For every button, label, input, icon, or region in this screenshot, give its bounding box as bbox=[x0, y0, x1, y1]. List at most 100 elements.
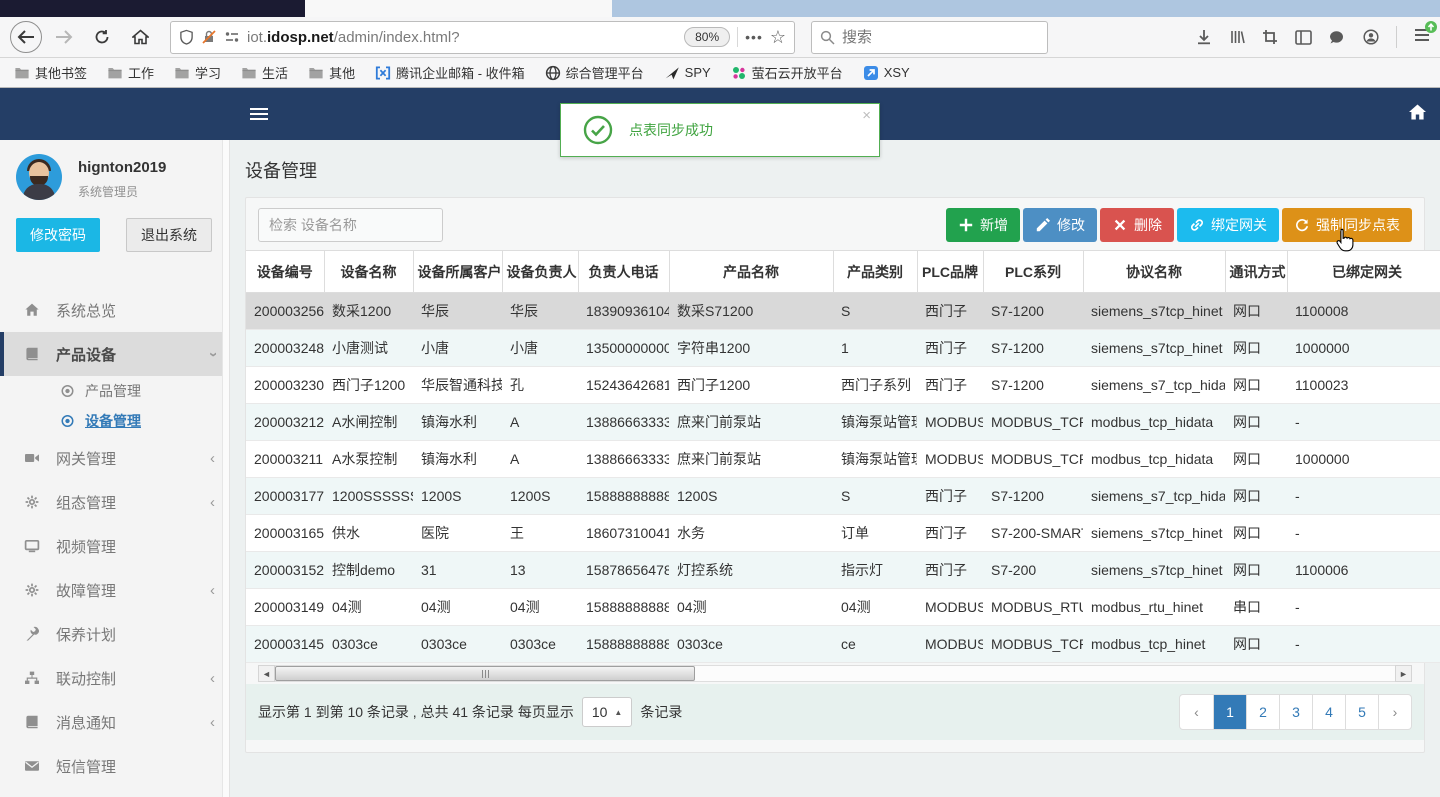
table-row[interactable]: 200003212 A水闸控制 镇海水利 A 13886663333 庶来门前泵站 镇海泵站… bbox=[246, 403, 1440, 441]
table-row[interactable]: 200003145 0303ce 0303ce 0303ce 15888888888 03… bbox=[246, 625, 1440, 663]
logout-button[interactable]: 退出系统 bbox=[126, 218, 212, 252]
bookmark-item[interactable]: 工作 bbox=[107, 63, 154, 82]
messages-button[interactable] bbox=[1329, 30, 1346, 45]
page-button[interactable]: 5 bbox=[1345, 695, 1378, 729]
sidebar-item[interactable]: 短信管理 bbox=[0, 744, 229, 788]
sidebar-item[interactable]: 大屏管理 bbox=[0, 788, 229, 797]
table-cell: 13886663333 bbox=[578, 403, 669, 441]
table-cell: MODBUS_TCP bbox=[983, 625, 1083, 663]
page-button[interactable]: 4 bbox=[1312, 695, 1345, 729]
sidebar-item[interactable]: 保养计划 bbox=[0, 612, 229, 656]
bookmark-item[interactable]: 腾讯企业邮箱 - 收件箱 bbox=[375, 63, 525, 82]
page-actions-button[interactable]: ••• bbox=[745, 29, 763, 45]
screenshot-button[interactable] bbox=[1262, 29, 1278, 45]
column-header[interactable]: 通讯方式 bbox=[1225, 250, 1288, 293]
sidebar-scrollbar[interactable] bbox=[222, 140, 229, 797]
bookmark-item[interactable]: 其他 bbox=[308, 63, 355, 82]
sidebar-item[interactable]: 设备管理 bbox=[0, 406, 229, 436]
zoom-level-badge[interactable]: 80% bbox=[684, 27, 731, 47]
bookmark-star-button[interactable]: ☆ bbox=[770, 27, 786, 48]
column-header[interactable]: 负责人电话 bbox=[578, 250, 670, 293]
bookmark-item[interactable]: 学习 bbox=[174, 63, 221, 82]
page-button[interactable]: 3 bbox=[1279, 695, 1312, 729]
change-password-button[interactable]: 修改密码 bbox=[16, 218, 100, 252]
page-button[interactable]: 1 bbox=[1213, 695, 1246, 729]
back-button[interactable] bbox=[10, 21, 42, 53]
menu-toggle-button[interactable] bbox=[250, 105, 268, 123]
url-bar[interactable]: iot.idosp.net/admin/index.html? 80% ••• … bbox=[170, 20, 795, 54]
sidebar-item[interactable]: 系统总览 bbox=[0, 288, 229, 332]
table-row[interactable]: 200003248 小唐测试 小唐 小唐 13500000000 字符串1200 1 西门子 S… bbox=[246, 329, 1440, 367]
column-header[interactable]: 设备所属客户 bbox=[413, 250, 503, 293]
bookmark-item[interactable]: 生活 bbox=[241, 63, 288, 82]
refresh-icon bbox=[1294, 217, 1310, 233]
bind-gateway-button[interactable]: 绑定网关 bbox=[1177, 208, 1279, 242]
delete-button[interactable]: 删除 bbox=[1100, 208, 1174, 242]
next-page-button[interactable]: › bbox=[1378, 695, 1411, 729]
account-button[interactable] bbox=[1363, 29, 1379, 45]
table-row[interactable]: 200003165 供水 医院王 18607310041 水务 订单 西门子 S7-200-S… bbox=[246, 514, 1440, 552]
table-cell: 控制demo bbox=[324, 551, 413, 589]
column-header[interactable]: 协议名称 bbox=[1083, 250, 1226, 293]
table-row[interactable]: 200003149 04测 04测 04测 15888888888 04测 04测 MODBU… bbox=[246, 588, 1440, 626]
force-sync-button[interactable]: 强制同步点表 bbox=[1282, 208, 1412, 242]
table-cell: 西门子 bbox=[917, 551, 983, 589]
column-header[interactable]: 已绑定网关 bbox=[1287, 250, 1440, 293]
library-button[interactable] bbox=[1229, 29, 1245, 45]
reload-button[interactable] bbox=[86, 21, 118, 53]
user-name: hignton2019 bbox=[78, 159, 167, 176]
add-button[interactable]: 新增 bbox=[946, 208, 1020, 242]
page-size-select[interactable]: 10 ▲ bbox=[581, 697, 633, 727]
scroll-left-button[interactable]: ◄ bbox=[258, 665, 275, 682]
chevron-down-icon: ‹ bbox=[204, 351, 221, 357]
bookmark-item[interactable]: SPY bbox=[664, 65, 711, 81]
table-row[interactable]: 200003177 1200SSSSSS 1200S 1200S 15888888888… bbox=[246, 477, 1440, 515]
edit-button[interactable]: 修改 bbox=[1023, 208, 1097, 242]
permissions-icon[interactable] bbox=[224, 30, 240, 44]
insecure-lock-icon[interactable] bbox=[201, 29, 217, 45]
sidebar-item[interactable]: 消息通知 ‹ bbox=[0, 700, 229, 744]
sidebar-item[interactable]: 网关管理 ‹ bbox=[0, 436, 229, 480]
device-search-input[interactable] bbox=[258, 208, 443, 242]
table-row[interactable]: 200003230 西门子1200 华辰智通科技孔 15243642681 西门子120… bbox=[246, 366, 1440, 404]
sidebar-item[interactable]: 产品设备 ‹ bbox=[0, 332, 229, 376]
sidebar-item[interactable]: 产品管理 bbox=[0, 376, 229, 406]
download-button[interactable] bbox=[1196, 29, 1212, 45]
column-header[interactable]: 产品名称 bbox=[669, 250, 834, 293]
notification-close-icon[interactable]: × bbox=[862, 107, 871, 124]
sidebar-item[interactable]: 故障管理 ‹ bbox=[0, 568, 229, 612]
sidebar-toggle-button[interactable] bbox=[1295, 29, 1312, 45]
scroll-right-button[interactable]: ► bbox=[1395, 665, 1412, 682]
bookmark-item[interactable]: XSY bbox=[863, 65, 910, 81]
table-row[interactable]: 200003211 A水泵控制 镇海水利 A 13886663333 庶来门前泵站 镇海泵站… bbox=[246, 440, 1440, 478]
shield-icon[interactable] bbox=[179, 29, 194, 45]
url-text[interactable]: iot.idosp.net/admin/index.html? bbox=[247, 29, 677, 46]
column-header[interactable]: 设备编号 bbox=[246, 250, 325, 293]
table-row[interactable]: 200003256 数采1200 华辰 华辰 18390936104 数采S71200 S 西… bbox=[246, 292, 1440, 330]
table-cell: 西门子 bbox=[917, 329, 983, 367]
app-home-button[interactable] bbox=[1408, 103, 1427, 121]
column-header[interactable]: 设备名称 bbox=[324, 250, 414, 293]
bookmark-item[interactable]: 其他书签 bbox=[14, 63, 87, 82]
browser-search-box[interactable] bbox=[811, 20, 1048, 54]
column-header[interactable]: PLC品牌 bbox=[917, 250, 984, 293]
browser-search-input[interactable] bbox=[842, 28, 1002, 46]
sidebar-item[interactable]: 视频管理 bbox=[0, 524, 229, 568]
home-button[interactable] bbox=[124, 21, 156, 53]
bookmark-item[interactable]: 萤石云开放平台 bbox=[731, 63, 843, 82]
column-header[interactable]: 设备负责人 bbox=[502, 250, 579, 293]
active-tab[interactable] bbox=[305, 0, 612, 17]
scroll-thumb[interactable] bbox=[275, 666, 695, 681]
column-header[interactable]: 产品类别 bbox=[833, 250, 918, 293]
table-row[interactable]: 200003152 控制demo 31 13 15878656478 灯控系统 指示灯 西门子… bbox=[246, 551, 1440, 589]
column-header[interactable]: PLC系列 bbox=[983, 250, 1084, 293]
tab-segment-dark[interactable] bbox=[0, 0, 305, 17]
scroll-track[interactable] bbox=[275, 665, 1395, 682]
prev-page-button[interactable]: ‹ bbox=[1180, 695, 1213, 729]
page-button[interactable]: 2 bbox=[1246, 695, 1279, 729]
table-cell: 1 bbox=[833, 329, 917, 367]
sidebar-item[interactable]: 组态管理 ‹ bbox=[0, 480, 229, 524]
sidebar-item[interactable]: 联动控制 ‹ bbox=[0, 656, 229, 700]
bookmark-item[interactable]: 综合管理平台 bbox=[545, 63, 644, 82]
forward-button[interactable] bbox=[48, 21, 80, 53]
